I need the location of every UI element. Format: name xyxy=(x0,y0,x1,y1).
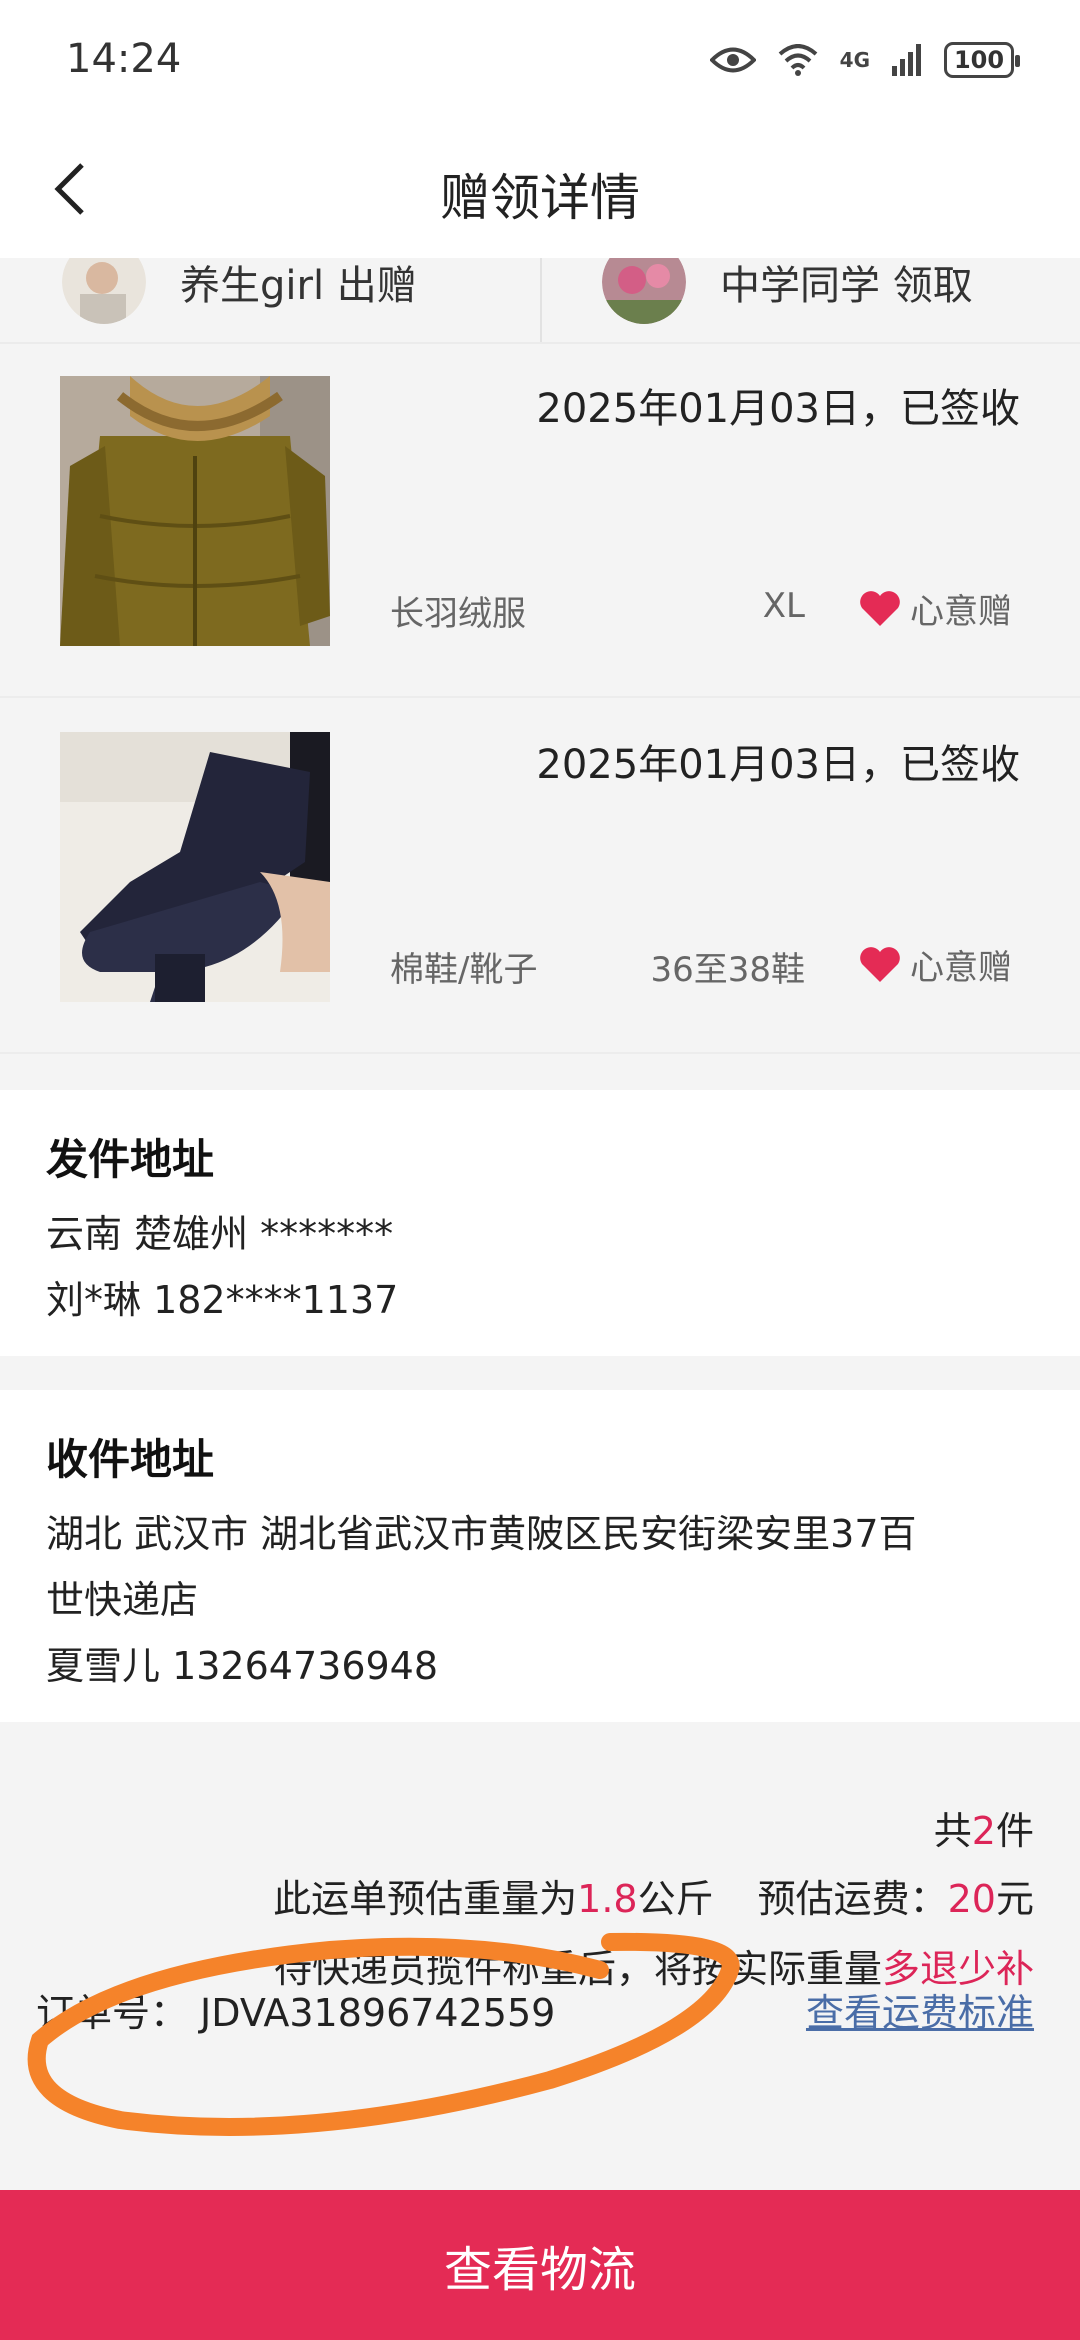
network-type: 4G xyxy=(839,48,870,72)
receiver-contact: 夏雪儿 13264736948 xyxy=(46,1644,439,1688)
fee-value: 20 xyxy=(947,1877,996,1921)
receiver-address-line: 世快递店 xyxy=(46,1578,199,1622)
shipping-summary: 共2件 此运单预估重量为1.8公斤 预估运费：20元 待快递员揽件称重后，将按实际… xyxy=(0,1722,1080,2190)
item-name: 棉鞋/靴子 xyxy=(390,950,538,990)
heart-icon xyxy=(860,590,900,626)
item-date-status: 2025年01月03日，已签收 xyxy=(536,742,1020,788)
giver[interactable]: 养生girl 出赠 xyxy=(62,258,417,342)
weight-value: 1.8 xyxy=(577,1877,638,1921)
eye-icon xyxy=(709,47,756,73)
fee-prefix: 预估运费： xyxy=(757,1877,948,1921)
page-title: 赠领详情 xyxy=(440,169,640,227)
receiver-avatar xyxy=(602,258,686,324)
sender-address-card: 发件地址 云南 楚雄州 ******* 刘*琳 182****1137 xyxy=(0,1090,1080,1356)
participants-bar: 养生girl 出赠 中学同学 领取 xyxy=(0,258,1080,344)
item-tag: 心意赠 xyxy=(858,584,1012,633)
item-count-prefix: 共 xyxy=(933,1809,972,1853)
item-count: 共2件 xyxy=(934,1800,1034,1855)
annotation-circle xyxy=(27,1932,740,2136)
item-photo-boots xyxy=(60,732,330,1002)
wifi-icon xyxy=(778,44,817,76)
view-logistics-button[interactable]: 查看物流 xyxy=(0,2190,1080,2340)
item-size: 36至38鞋 xyxy=(650,950,805,990)
receiver-address-line: 湖北 武汉市 湖北省武汉市黄陂区民安街梁安里37百 xyxy=(46,1512,917,1556)
fee-standard-link[interactable]: 查看运费标准 xyxy=(806,1982,1034,2037)
nav-bar: 赠领详情 xyxy=(0,120,1080,258)
battery-icon: 100 xyxy=(944,42,1020,78)
item-name: 长羽绒服 xyxy=(390,594,526,634)
gift-item[interactable]: 2025年01月03日，已签收 长羽绒服 XL 心意赠 xyxy=(0,344,1080,698)
divider xyxy=(540,258,542,342)
heart-icon xyxy=(860,946,900,982)
item-photo-down-jacket xyxy=(60,376,330,646)
status-time: 14:24 xyxy=(66,36,182,82)
sender-region: 云南 楚雄州 ******* xyxy=(46,1212,394,1256)
weight-unit: 公斤 xyxy=(637,1877,714,1921)
battery-level: 100 xyxy=(953,46,1005,74)
receiver-address-card: 收件地址 湖北 武汉市 湖北省武汉市黄陂区民安街梁安里37百 世快递店 夏雪儿 … xyxy=(0,1390,1080,1722)
item-tag: 心意赠 xyxy=(858,940,1012,989)
fee-unit: 元 xyxy=(995,1877,1034,1921)
item-size: XL xyxy=(762,586,805,626)
gift-item[interactable]: 2025年01月03日，已签收 棉鞋/靴子 36至38鞋 心意赠 xyxy=(0,700,1080,1054)
status-bar: 14:24 4G 100 xyxy=(0,0,1080,120)
item-count-suffix: 件 xyxy=(995,1809,1034,1853)
receiver-name: 中学同学 领取 xyxy=(720,263,973,309)
receiver[interactable]: 中学同学 领取 xyxy=(602,258,973,342)
item-tag-label: 心意赠 xyxy=(910,592,1012,632)
item-date-status: 2025年01月03日，已签收 xyxy=(536,386,1020,432)
weight-prefix: 此运单预估重量为 xyxy=(273,1877,578,1921)
signal-icon xyxy=(892,44,921,76)
giver-avatar xyxy=(62,258,146,324)
receiver-address-heading: 收件地址 xyxy=(46,1435,215,1484)
sender-contact: 刘*琳 182****1137 xyxy=(46,1278,399,1322)
item-tag-label: 心意赠 xyxy=(910,948,1012,988)
giver-name: 养生girl 出赠 xyxy=(180,263,417,309)
status-icons: 4G 100 xyxy=(709,36,1020,84)
item-count-value: 2 xyxy=(971,1809,996,1853)
weight-fee-line: 此运单预估重量为1.8公斤 预估运费：20元 xyxy=(273,1868,1034,1923)
sender-address-heading: 发件地址 xyxy=(46,1135,215,1184)
